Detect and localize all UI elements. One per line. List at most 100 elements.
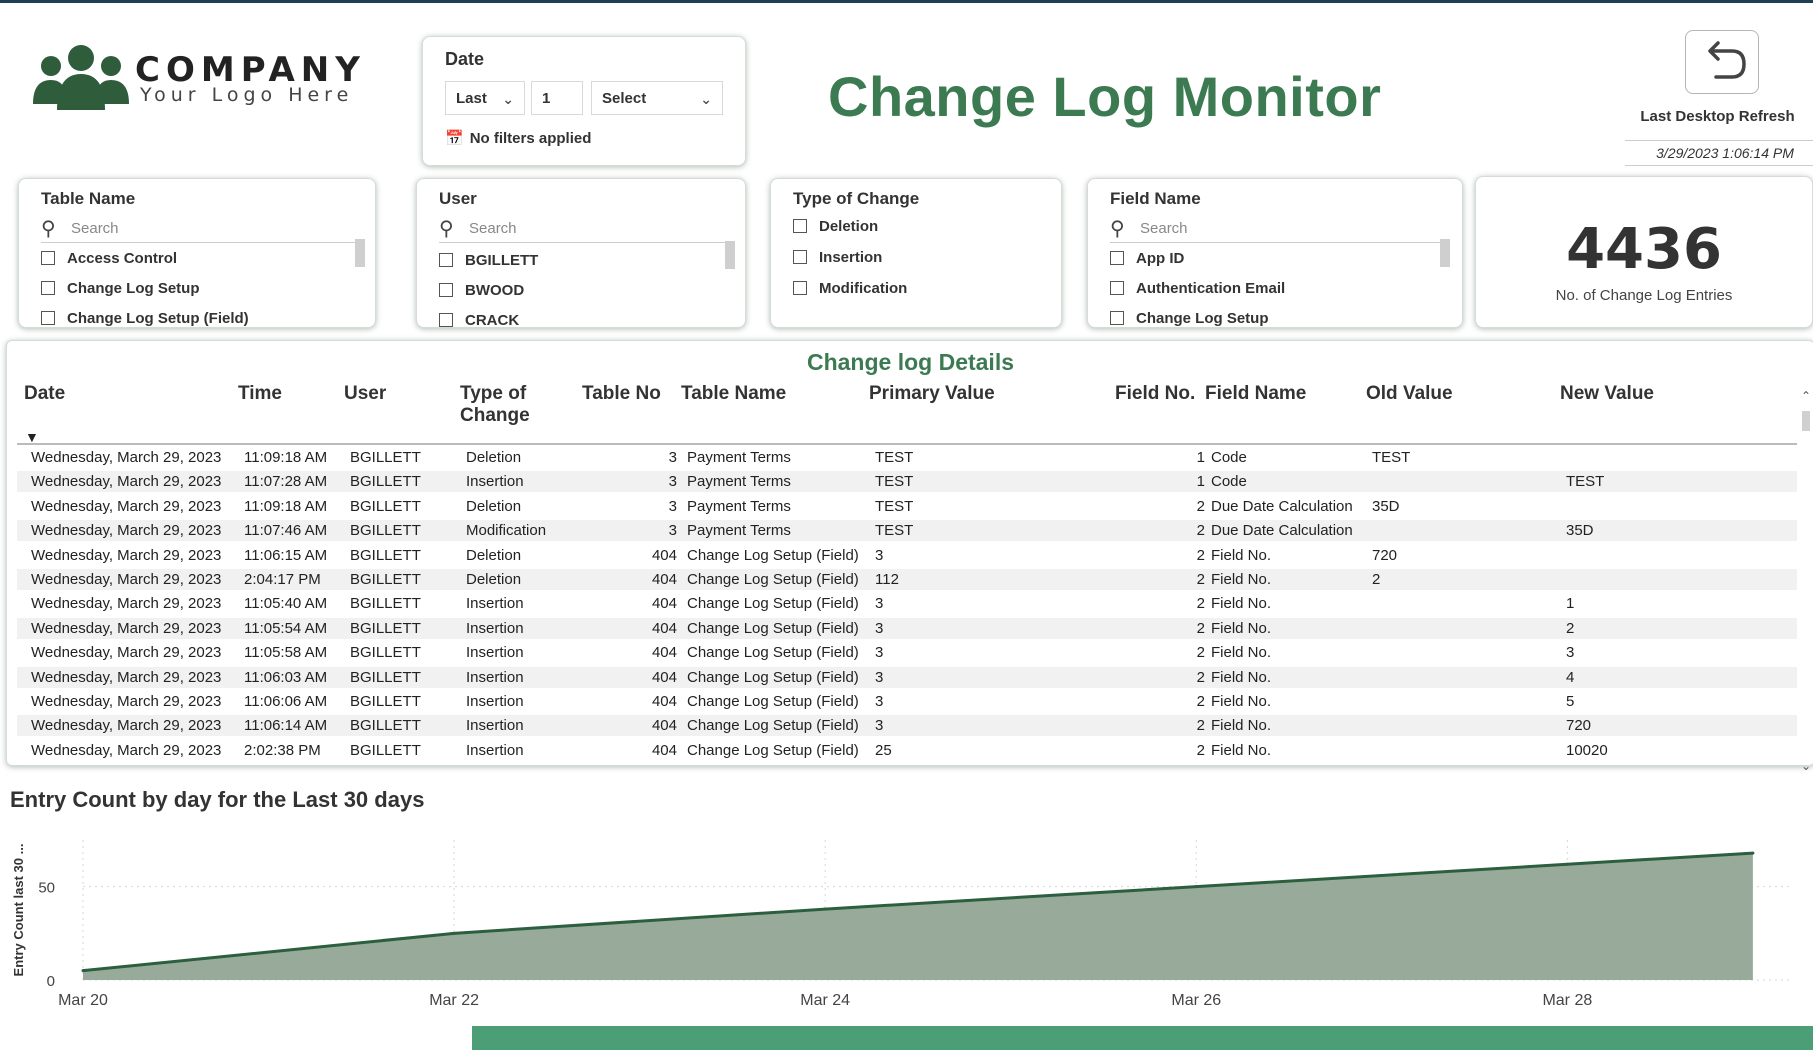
table-row[interactable]: Wednesday, March 29, 2023 11:06:14 AM BGIL… bbox=[17, 715, 1797, 737]
cell-primary-value: 3 bbox=[875, 644, 884, 662]
cell-table-no: 404 bbox=[651, 546, 677, 564]
table-row[interactable]: Wednesday, March 29, 2023 11:06:06 AM BGIL… bbox=[17, 691, 1797, 712]
user-search-input[interactable]: ⚲ Search bbox=[439, 216, 727, 243]
cell-table-name: Change Log Setup (Field) bbox=[687, 619, 859, 637]
slicer-option[interactable]: Change Log Setup bbox=[41, 277, 200, 301]
table-name-slicer: Table Name ⚲ Search Access Control Chang… bbox=[18, 178, 376, 328]
slicer-option[interactable]: Deletion bbox=[793, 215, 878, 239]
table-scrollbar[interactable]: ⌃ ⌄ bbox=[1799, 389, 1813, 773]
table-row[interactable]: Wednesday, March 29, 2023 11:05:58 AM BGIL… bbox=[17, 642, 1797, 663]
column-header-type-of-change[interactable]: Type of Change bbox=[460, 383, 530, 427]
cell-user: BGILLETT bbox=[350, 717, 421, 735]
slicer-option[interactable]: CRACK bbox=[439, 309, 519, 327]
cell-time: 11:06:03 AM bbox=[244, 668, 328, 686]
cell-user: BGILLETT bbox=[350, 473, 421, 491]
cell-table-no: 404 bbox=[651, 668, 677, 686]
cell-user: BGILLETT bbox=[350, 668, 421, 686]
data-point bbox=[452, 931, 456, 935]
slicer-option[interactable]: BWOOD bbox=[439, 279, 524, 303]
cell-field-no: 2 bbox=[1196, 546, 1205, 564]
slicer-option-label: BWOOD bbox=[465, 282, 525, 299]
column-header-primary-value[interactable]: Primary Value bbox=[869, 383, 995, 405]
checkbox[interactable] bbox=[1110, 280, 1124, 295]
column-header-field-no[interactable]: Field No. bbox=[1115, 383, 1195, 405]
field-name-search-input[interactable]: ⚲ Search bbox=[1110, 216, 1444, 243]
checkbox[interactable] bbox=[439, 282, 453, 297]
table-row[interactable]: Wednesday, March 29, 2023 11:09:18 AM BGIL… bbox=[17, 496, 1797, 517]
cell-table-name: Change Log Setup (Field) bbox=[687, 595, 859, 613]
scroll-down-icon[interactable]: ⌄ bbox=[1801, 759, 1811, 773]
cell-type-of-change: Insertion bbox=[466, 473, 524, 491]
column-header-field-name[interactable]: Field Name bbox=[1205, 383, 1306, 405]
table-row[interactable]: Wednesday, March 29, 2023 11:09:18 AM BGIL… bbox=[17, 447, 1797, 468]
column-header-new-value[interactable]: New Value bbox=[1560, 383, 1654, 405]
checkbox[interactable] bbox=[439, 252, 453, 267]
table-row[interactable]: Wednesday, March 29, 2023 11:06:15 AM BGIL… bbox=[17, 545, 1797, 566]
cell-table-name: Change Log Setup (Field) bbox=[687, 571, 859, 588]
checkbox[interactable] bbox=[1110, 250, 1124, 265]
column-header-table-name[interactable]: Table Name bbox=[681, 383, 786, 405]
table-row[interactable]: Wednesday, March 29, 2023 11:07:46 AM BGIL… bbox=[17, 520, 1797, 542]
cell-table-name: Change Log Setup (Field) bbox=[687, 546, 859, 564]
slicer-option[interactable]: Insertion bbox=[793, 246, 882, 270]
slicer-option-label: Access Control bbox=[67, 250, 178, 267]
checkbox[interactable] bbox=[439, 312, 453, 327]
checkbox[interactable] bbox=[793, 218, 807, 233]
table-row[interactable]: Wednesday, March 29, 2023 2:02:38 PM BGILL… bbox=[17, 740, 1797, 761]
scroll-up-icon[interactable]: ⌃ bbox=[1801, 389, 1811, 403]
column-header-time[interactable]: Time bbox=[238, 383, 282, 405]
slicer-option-label: Modification bbox=[819, 280, 908, 297]
table-row[interactable]: Wednesday, March 29, 2023 11:05:40 AM BGIL… bbox=[17, 593, 1797, 614]
column-header-user[interactable]: User bbox=[344, 383, 386, 405]
scrollbar-thumb[interactable] bbox=[1802, 411, 1810, 431]
search-icon: ⚲ bbox=[41, 218, 56, 240]
cell-date: Wednesday, March 29, 2023 bbox=[31, 595, 222, 613]
slicer-scrollbar[interactable] bbox=[355, 239, 365, 267]
slicer-option[interactable]: BGILLETT bbox=[439, 249, 538, 273]
checkbox[interactable] bbox=[1110, 310, 1124, 325]
cell-time: 11:07:28 AM bbox=[244, 473, 328, 491]
cell-field-no: 1 bbox=[1196, 449, 1205, 466]
checkbox[interactable] bbox=[41, 280, 55, 295]
slicer-scrollbar[interactable] bbox=[725, 241, 735, 269]
checkbox[interactable] bbox=[793, 280, 807, 295]
cell-table-name: Change Log Setup (Field) bbox=[687, 644, 859, 662]
table-row[interactable]: Wednesday, March 29, 2023 11:05:54 AM BGIL… bbox=[17, 617, 1797, 639]
column-header-date[interactable]: Date bbox=[24, 383, 65, 405]
table-row[interactable]: Wednesday, March 29, 2023 11:07:28 AM BGIL… bbox=[17, 471, 1797, 493]
cell-field-name: Code bbox=[1211, 473, 1247, 491]
slicer-scrollbar[interactable] bbox=[1440, 239, 1450, 267]
slicer-option-label: Change Log Setup bbox=[1136, 310, 1269, 327]
page-title: Change Log Monitor bbox=[828, 65, 1382, 128]
cell-field-no: 2 bbox=[1196, 522, 1205, 540]
bottom-accent-bar bbox=[472, 1026, 1813, 1050]
refresh-timestamp: 3/29/2023 1:06:14 PM bbox=[1625, 140, 1813, 166]
slicer-option[interactable]: Authentication Email bbox=[1110, 277, 1285, 301]
slicer-option[interactable]: Access Control bbox=[41, 247, 177, 271]
cell-date: Wednesday, March 29, 2023 bbox=[31, 497, 222, 515]
refresh-button[interactable] bbox=[1685, 30, 1759, 94]
cell-field-name: Field No. bbox=[1211, 571, 1272, 588]
table-row[interactable]: Wednesday, March 29, 2023 11:06:03 AM BGIL… bbox=[17, 666, 1797, 688]
top-border bbox=[0, 0, 1813, 3]
cell-time: 2:02:38 PM bbox=[244, 741, 321, 759]
checkbox[interactable] bbox=[793, 249, 807, 264]
period-option-select[interactable]: Last ⌄ bbox=[445, 81, 525, 115]
slicer-option[interactable]: Change Log Setup (Field) bbox=[41, 307, 249, 327]
slicer-option[interactable]: App ID bbox=[1110, 247, 1184, 271]
period-count-input[interactable]: 1 bbox=[531, 81, 583, 115]
slicer-option[interactable]: Modification bbox=[793, 277, 907, 301]
search-icon: ⚲ bbox=[439, 218, 454, 240]
checkbox[interactable] bbox=[41, 310, 55, 325]
table-row[interactable]: Wednesday, March 29, 2023 2:04:17 PM BGILL… bbox=[17, 569, 1797, 590]
period-option-value: Last bbox=[456, 90, 487, 107]
slicer-option[interactable]: Change Log Setup bbox=[1110, 307, 1269, 327]
column-header-table-no[interactable]: Table No bbox=[582, 383, 661, 405]
cell-primary-value: 3 bbox=[875, 595, 884, 613]
data-point bbox=[1751, 851, 1755, 855]
checkbox[interactable] bbox=[41, 250, 55, 265]
table-name-search-input[interactable]: ⚲ Search bbox=[41, 216, 357, 243]
period-unit-select[interactable]: Select ⌄ bbox=[591, 81, 723, 115]
column-header-old-value[interactable]: Old Value bbox=[1366, 383, 1453, 405]
cell-field-no: 2 bbox=[1196, 571, 1205, 588]
